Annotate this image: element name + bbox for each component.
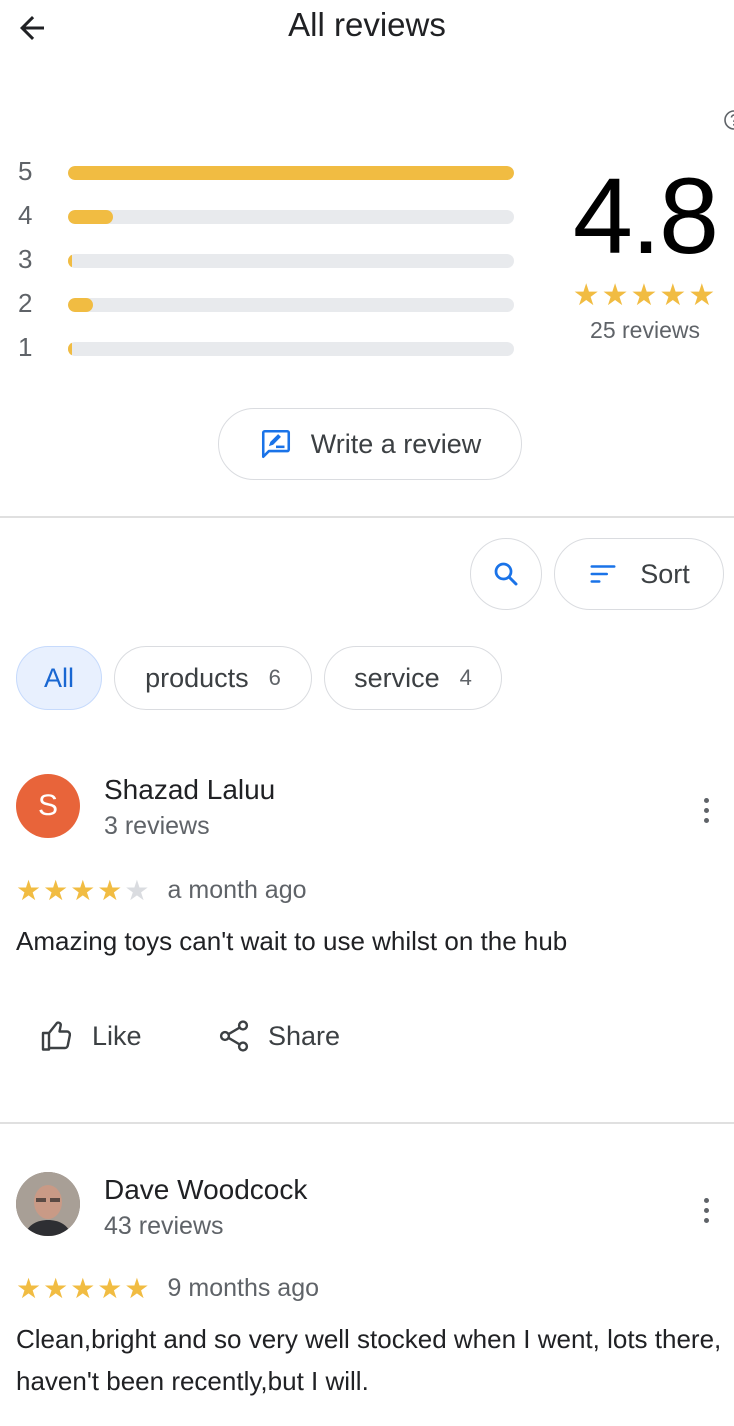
stars-filled: ★★★★★ [16, 1273, 152, 1304]
dot [703, 807, 709, 813]
rating-summary: 4.8 ★★★★★ 25 reviews [560, 160, 730, 344]
help-icon[interactable] [722, 108, 734, 132]
histogram-track [68, 166, 514, 180]
average-score: 4.8 [572, 155, 719, 276]
avatar[interactable]: S [16, 774, 80, 838]
review-count: 25 reviews [590, 317, 700, 343]
review-text: Amazing toys can't wait to use whilst on… [16, 926, 568, 956]
page-title: All reviews [288, 6, 446, 43]
stars-empty: ★ [124, 875, 152, 906]
histogram-row-2: 2 [0, 282, 530, 326]
histogram-track [68, 254, 514, 268]
review-time: a month ago [167, 876, 307, 904]
divider [0, 1122, 734, 1124]
histogram-label: 3 [18, 244, 33, 274]
chip-label: service [354, 662, 440, 693]
search-reviews-button[interactable] [470, 538, 542, 610]
share-icon [219, 1020, 249, 1052]
more-options-button[interactable] [690, 1190, 722, 1230]
filter-chip-products[interactable]: products 6 [114, 646, 312, 710]
filter-chip-service[interactable]: service 4 [324, 646, 502, 710]
search-icon [494, 562, 518, 586]
histogram-label: 4 [18, 200, 33, 230]
histogram-row-5: 5 [0, 150, 530, 194]
stars-filled: ★★★★ [16, 875, 125, 906]
review-rating-row: ★★★★★ 9 months ago [16, 1272, 319, 1305]
dot [703, 797, 709, 803]
review-rating-row: ★★★★★ a month ago [16, 874, 307, 907]
histogram-fill [68, 342, 72, 356]
histogram-row-1: 1 [0, 326, 530, 370]
chip-count: 6 [268, 665, 281, 690]
histogram-label: 1 [18, 332, 33, 362]
avatar[interactable] [16, 1172, 80, 1236]
review-stars: ★★★★★ [16, 874, 152, 907]
reviewer-review-count: 43 reviews [104, 1212, 224, 1240]
average-stars: ★★★★★ [572, 279, 718, 312]
sort-icon [590, 565, 616, 583]
dot [703, 1197, 709, 1203]
write-review-button[interactable]: Write a review [218, 408, 522, 480]
more-options-button[interactable] [690, 790, 722, 830]
chip-count: 4 [459, 665, 472, 690]
histogram-row-4: 4 [0, 194, 530, 238]
user-photo-icon [16, 1172, 80, 1236]
dot [703, 817, 709, 823]
review-time: 9 months ago [167, 1274, 320, 1302]
write-review-label: Write a review [310, 428, 482, 459]
histogram-row-3: 3 [0, 238, 530, 282]
histogram-fill [68, 166, 514, 180]
write-review-icon [261, 429, 290, 459]
histogram-track [68, 210, 514, 224]
histogram-fill [68, 298, 93, 312]
histogram-track [68, 298, 514, 312]
header: All reviews [0, 0, 734, 56]
reviewer-name[interactable]: Dave Woodcock [104, 1174, 307, 1206]
sort-button[interactable]: Sort [554, 538, 724, 610]
review-stars: ★★★★★ [16, 1272, 152, 1305]
like-button[interactable]: Like [40, 1018, 142, 1054]
histogram-fill [68, 210, 113, 224]
reviewer-review-count: 3 reviews [104, 812, 210, 840]
chip-label: products [145, 662, 249, 693]
review-text: Clean,bright and so very well stocked wh… [16, 1324, 722, 1396]
dot [703, 1217, 709, 1223]
histogram-label: 5 [18, 156, 33, 186]
divider [0, 516, 734, 518]
reviewer-name[interactable]: Shazad Laluu [104, 774, 275, 806]
share-label: Share [268, 1020, 341, 1051]
filter-chip-all[interactable]: All [16, 646, 102, 710]
share-button[interactable]: Share [216, 1018, 340, 1054]
sort-label: Sort [640, 558, 690, 589]
histogram-track [68, 342, 514, 356]
histogram-fill [68, 254, 72, 268]
histogram-label: 2 [18, 288, 33, 318]
thumb-up-icon [41, 1021, 72, 1051]
dot [703, 1207, 709, 1213]
chip-label: All [43, 662, 74, 693]
like-label: Like [92, 1020, 142, 1051]
